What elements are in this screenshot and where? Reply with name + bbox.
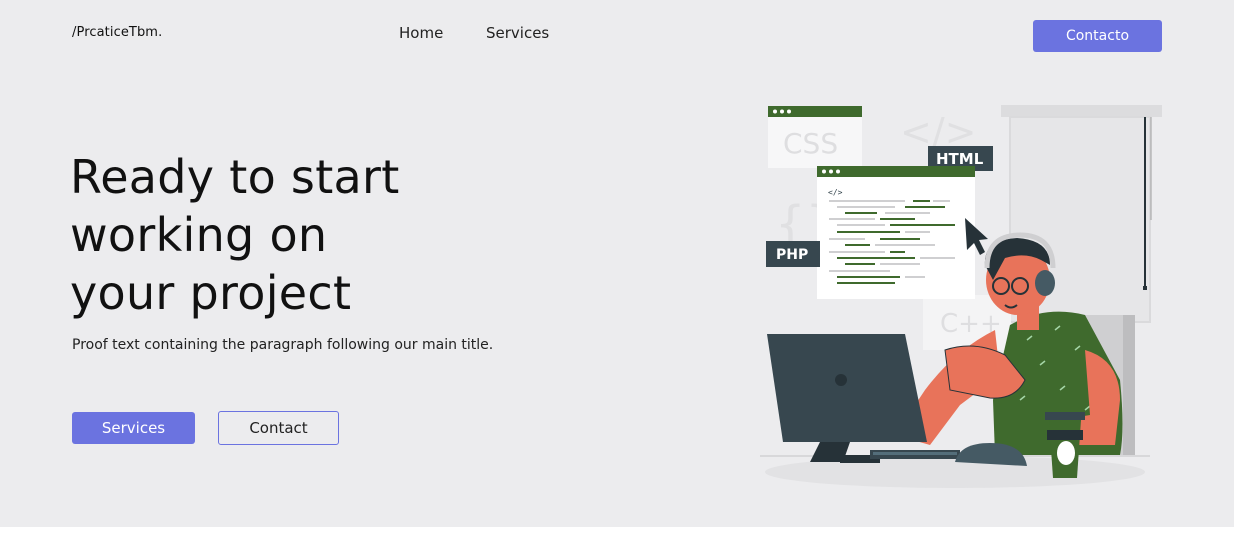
hero-subtitle: Proof text containing the paragraph foll… [72,337,494,353]
hero-section: /PrcaticeTbm. Home Services Contacto Rea… [0,0,1234,527]
hero-title-line: Ready to start [70,150,400,204]
nav-home-link[interactable]: Home [399,24,443,42]
services-button[interactable]: Services [72,412,195,444]
logo[interactable]: /PrcaticeTbm. [72,25,162,40]
contact-header-button[interactable]: Contacto [1033,20,1162,52]
code-editor-window: </> [817,166,975,299]
css-window: CSS [768,106,862,168]
hero-title: Ready to start working on your project [70,148,400,322]
hero-title-line: working on [70,208,328,262]
developer-illustration: </> {} CSS HTML C++ </> PHP [760,105,1162,488]
php-label: PHP [776,247,808,263]
hero-title-line: your project [70,266,352,320]
code-tag-label: </> [828,188,843,197]
nav-services-link[interactable]: Services [486,24,549,42]
contact-button[interactable]: Contact [218,411,339,445]
html-label: HTML [936,150,984,168]
css-label: CSS [783,127,838,160]
